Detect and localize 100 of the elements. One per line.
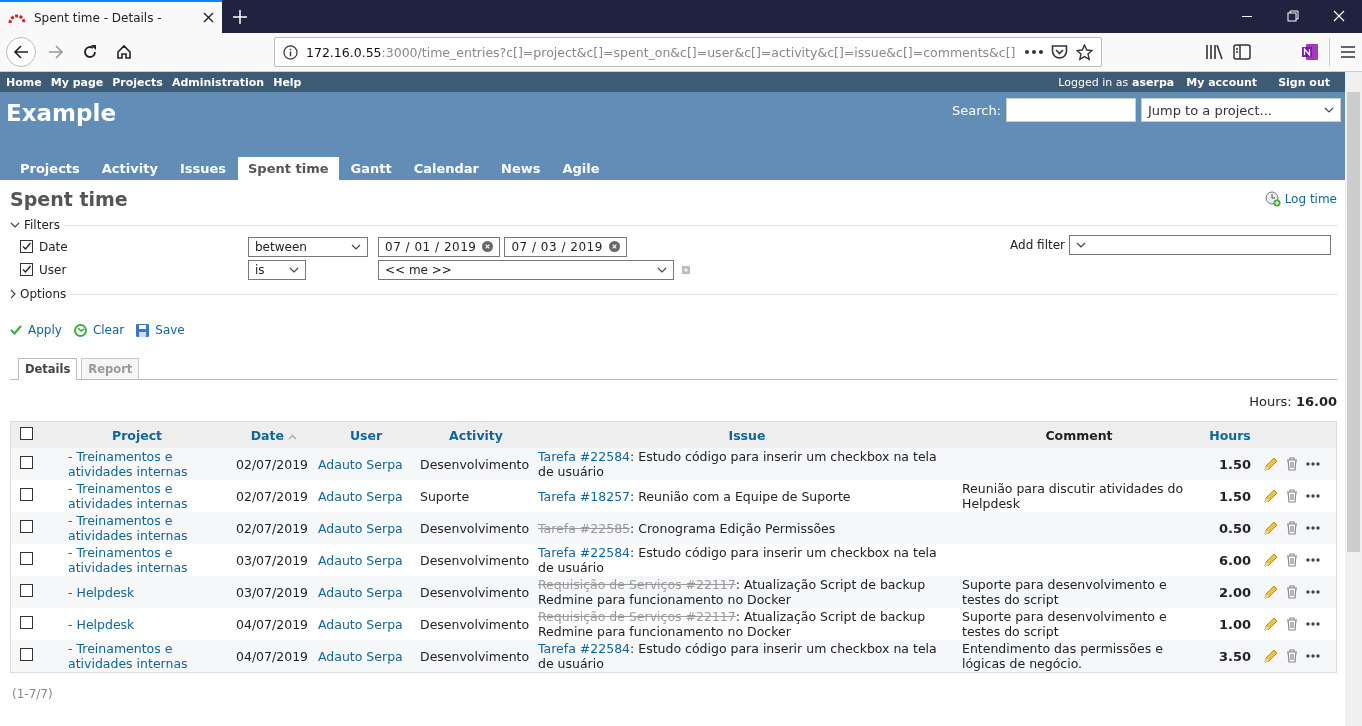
query-action-link[interactable]: Clear — [73, 323, 125, 337]
pencil-icon[interactable] — [1264, 585, 1278, 599]
date-cell: 04/07/2019 — [236, 616, 309, 632]
address-bar[interactable]: 172.16.0.55:3000/time_entries?c[]=project&c[]=spent_on&c[]=user&c[]=activity&c[]=issue&c[]=comments&c[] — [274, 37, 1102, 67]
new-tab-icon[interactable] — [233, 9, 247, 24]
top-menu-link[interactable]: Administration — [171, 75, 265, 89]
account-link[interactable]: My account — [1186, 75, 1258, 89]
issue-cell: Requisição de Serviços #22117: Atualização Script de backup Redmine para funcionamento no Docker — [538, 609, 926, 639]
checkbox[interactable] — [19, 552, 33, 565]
star-icon[interactable] — [1076, 43, 1093, 61]
column-header[interactable]: Issue — [728, 427, 766, 443]
hours-cell: 1.50 — [1218, 456, 1251, 472]
checkbox[interactable] — [19, 584, 33, 597]
close-icon[interactable] — [203, 12, 214, 23]
options-legend[interactable]: Options — [20, 287, 67, 301]
user-link[interactable]: Adauto Serpa — [318, 552, 403, 568]
trash-icon[interactable] — [1286, 649, 1298, 663]
pencil-icon[interactable] — [1264, 649, 1278, 663]
main-menu-tab[interactable]: Spent time — [238, 157, 339, 180]
sidebar-icon[interactable] — [1233, 44, 1251, 60]
menu-icon[interactable] — [1340, 45, 1356, 59]
date-field[interactable]: 07 / 01 / 2019 — [378, 236, 501, 257]
main-menu-tab[interactable]: Calendar — [403, 157, 489, 180]
main-menu-tab[interactable]: Issues — [169, 157, 236, 180]
checkbox[interactable] — [20, 240, 33, 253]
chevron-down-icon — [351, 243, 361, 250]
date-cell: 02/07/2019 — [236, 520, 309, 536]
project-jump-select[interactable]: Jump to a project... — [1141, 98, 1341, 122]
back-button[interactable] — [6, 37, 36, 67]
pencil-icon[interactable] — [1264, 457, 1278, 471]
more-icon[interactable] — [1306, 526, 1320, 530]
checkbox[interactable] — [19, 427, 33, 440]
checkbox[interactable] — [20, 263, 33, 276]
trash-icon[interactable] — [1286, 489, 1298, 503]
project-link[interactable]: - Treinamentos e atividades internas — [68, 545, 230, 575]
checkbox[interactable] — [19, 648, 33, 661]
pencil-icon[interactable] — [1264, 617, 1278, 631]
add-filter-select[interactable] — [1069, 235, 1331, 255]
user-link[interactable]: Adauto Serpa — [318, 488, 403, 504]
column-header[interactable]: Project — [111, 427, 163, 443]
library-icon[interactable] — [1205, 44, 1223, 60]
scrollbar[interactable] — [1345, 72, 1362, 726]
hours-cell: 1.50 — [1218, 488, 1251, 504]
checkbox[interactable] — [19, 488, 33, 501]
trash-icon[interactable] — [1286, 553, 1298, 567]
main-menu-tab[interactable]: News — [491, 157, 551, 180]
main-menu-tab[interactable]: Agile — [552, 157, 610, 180]
trash-icon[interactable] — [1286, 617, 1298, 631]
more-icon[interactable] — [1025, 50, 1043, 54]
value-select[interactable]: << me >> — [378, 259, 674, 280]
pencil-icon[interactable] — [1264, 553, 1278, 567]
operator-select[interactable]: is — [248, 259, 306, 280]
issue-link[interactable]: Tarefa #18257 — [538, 488, 631, 504]
pocket-icon[interactable] — [1051, 44, 1068, 60]
comment-cell: Reunião para discutir atividades do Helpdesk — [962, 481, 1184, 511]
top-menu-link[interactable]: My page — [50, 75, 104, 89]
project-link[interactable]: - Treinamentos e atividades internas — [68, 481, 230, 511]
checkbox[interactable] — [19, 616, 33, 629]
more-icon[interactable] — [1306, 462, 1320, 466]
trash-icon[interactable] — [1286, 521, 1298, 535]
more-icon[interactable] — [1306, 590, 1320, 594]
hours-cell: 2.00 — [1218, 584, 1251, 600]
top-menu-link[interactable]: Projects — [112, 75, 163, 89]
user-link[interactable]: Adauto Serpa — [318, 616, 403, 632]
main-menu-tab[interactable]: Activity — [91, 157, 168, 180]
operator-select[interactable]: between — [248, 236, 368, 257]
pencil-icon[interactable] — [1264, 521, 1278, 535]
query-action-link[interactable]: Save — [136, 323, 185, 337]
project-link[interactable]: - Helpdesk — [68, 616, 230, 632]
filters-legend[interactable]: Filters — [24, 218, 60, 232]
checkbox[interactable] — [19, 456, 33, 469]
more-icon[interactable] — [1306, 622, 1320, 626]
date-cell: 04/07/2019 — [236, 648, 309, 664]
top-menu-link[interactable]: Home — [6, 75, 42, 89]
checkbox[interactable] — [19, 520, 33, 533]
expand-icon[interactable] — [10, 289, 16, 299]
column-header[interactable]: User — [349, 427, 383, 443]
pencil-icon[interactable] — [1264, 489, 1278, 503]
account-link[interactable]: Sign out — [1278, 75, 1330, 89]
search-field[interactable] — [1006, 98, 1136, 122]
trash-icon[interactable] — [1286, 457, 1298, 471]
clear-icon[interactable] — [482, 241, 494, 252]
view-tab[interactable]: Details — [18, 358, 78, 380]
browser-tab[interactable]: Spent time - Details - — [0, 0, 222, 33]
top-menu-link[interactable]: Help — [273, 75, 302, 89]
date-cell: 03/07/2019 — [236, 584, 309, 600]
onenote-icon[interactable] — [1301, 43, 1319, 61]
checkmark-icon — [10, 325, 22, 335]
trash-icon[interactable] — [1286, 585, 1298, 599]
more-icon[interactable] — [1306, 558, 1320, 562]
main-menu-tab[interactable]: Projects — [10, 157, 90, 180]
more-icon[interactable] — [1306, 654, 1320, 658]
query-action-link[interactable]: Apply — [10, 323, 62, 337]
date-field[interactable]: 07 / 03 / 2019 — [504, 236, 627, 257]
hours-cell: 6.00 — [1218, 552, 1251, 568]
clear-icon[interactable] — [608, 241, 620, 252]
log-time-link[interactable]: Log time — [1264, 191, 1337, 207]
more-icon[interactable] — [1306, 494, 1320, 498]
main-menu-tab[interactable]: Gantt — [340, 157, 402, 180]
hours-cell: 1.00 — [1218, 616, 1251, 632]
